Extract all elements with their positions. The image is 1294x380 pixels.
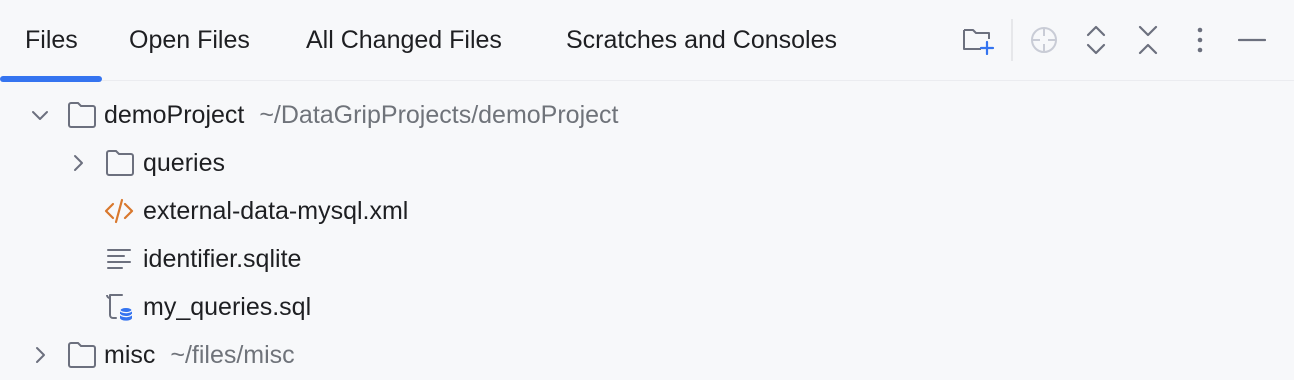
tree-node-label: external-data-mysql.xml xyxy=(143,197,409,225)
xml-file-icon xyxy=(104,198,134,224)
tree-node-label: my_queries.sql xyxy=(143,293,312,321)
new-folder-icon[interactable] xyxy=(960,22,996,58)
chevron-down-icon[interactable] xyxy=(30,105,50,125)
tree-node-external-data-mysql-xml[interactable]: external-data-mysql.xml xyxy=(0,187,1294,235)
chevron-right-icon[interactable] xyxy=(68,153,88,173)
tab-scratches-and-consoles[interactable]: Scratches and Consoles xyxy=(566,0,837,81)
tree-node-queries[interactable]: queries xyxy=(0,139,1294,187)
tree-node-path: ~/files/misc xyxy=(170,341,295,369)
tree-node-my-queries-sql[interactable]: my_queries.sql xyxy=(0,283,1294,331)
collapse-all-icon[interactable] xyxy=(1130,22,1166,58)
expand-all-icon[interactable] xyxy=(1078,22,1114,58)
tree-node-identifier-sqlite[interactable]: identifier.sqlite xyxy=(0,235,1294,283)
tree-node-demoproject[interactable]: demoProject ~/DataGripProjects/demoProje… xyxy=(0,91,1294,139)
toolbar-separator xyxy=(1011,19,1013,61)
tree-node-label: misc xyxy=(104,341,156,369)
folder-icon xyxy=(106,150,134,176)
tab-files[interactable]: Files xyxy=(0,0,102,82)
tree-node-label: demoProject xyxy=(104,101,245,129)
tab-open-files[interactable]: Open Files xyxy=(129,0,250,81)
sql-file-icon xyxy=(106,294,133,321)
folder-icon xyxy=(68,102,96,128)
folder-icon xyxy=(68,342,96,368)
minimize-icon[interactable] xyxy=(1234,22,1270,58)
tool-window-header: Files Open Files All Changed Files Scrat… xyxy=(0,0,1294,82)
tab-all-changed-files[interactable]: All Changed Files xyxy=(306,0,502,81)
chevron-right-icon[interactable] xyxy=(30,345,50,365)
tree-node-label: identifier.sqlite xyxy=(143,245,302,273)
tree-node-path: ~/DataGripProjects/demoProject xyxy=(259,101,619,129)
text-file-icon xyxy=(107,249,131,269)
tree-node-misc[interactable]: misc ~/files/misc xyxy=(0,331,1294,379)
more-options-icon[interactable] xyxy=(1182,22,1218,58)
locate-icon[interactable] xyxy=(1026,22,1062,58)
tree-node-label: queries xyxy=(143,149,225,177)
